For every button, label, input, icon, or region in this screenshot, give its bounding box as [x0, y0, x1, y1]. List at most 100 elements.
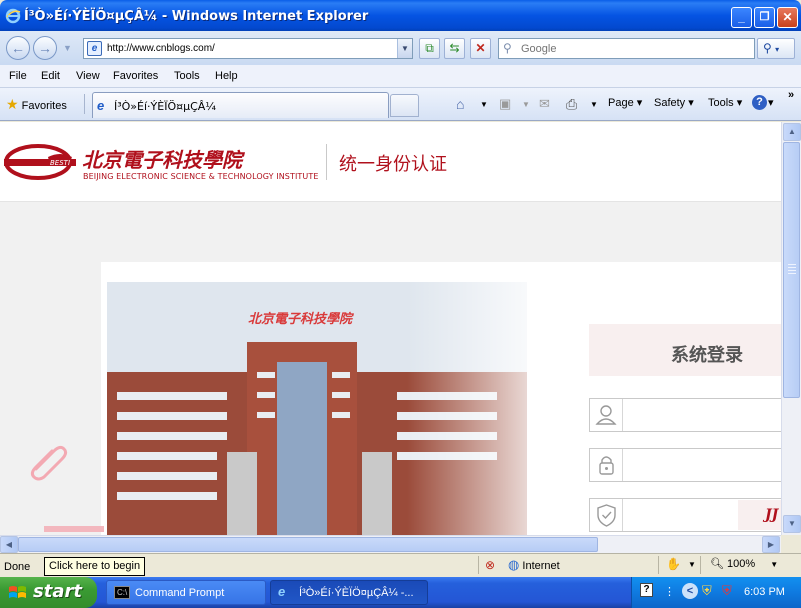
horizontal-scrollbar[interactable]: ◀ ▶	[0, 535, 781, 553]
popup-blocker-icon[interactable]: ✋	[666, 557, 681, 571]
menu-bar: File Edit View Favorites Tools Help	[0, 65, 801, 88]
forward-arrow-icon: →	[38, 40, 52, 56]
favorites-bar: ★ Favorites e Í³Ò»Éí·ÝÈÏÖ¤µÇÂ¼ ⌂ ▼ ▣ ▼ ✉…	[0, 88, 801, 121]
start-button[interactable]: start	[0, 577, 97, 608]
feeds-icon[interactable]: ▣	[499, 96, 511, 112]
grip-line	[788, 264, 796, 265]
tools-menu[interactable]: Tools ▾	[708, 96, 742, 109]
page-viewport: BESTI 北京電子科技學院 BEIJING ELECTRONIC SCIENC…	[0, 122, 781, 535]
address-input[interactable]: e http://www.cnblogs.com/ ▼	[83, 38, 413, 59]
toolbar-divider	[84, 94, 85, 114]
forward-button[interactable]: →	[33, 36, 57, 60]
compatibility-icon: ⧉	[425, 41, 434, 55]
toolbar-overflow-button[interactable]: »	[788, 89, 794, 101]
menu-favorites[interactable]: Favorites	[113, 70, 158, 82]
grip-line	[788, 267, 796, 268]
home-dropdown-icon[interactable]: ▼	[480, 100, 488, 109]
safety-menu[interactable]: Safety ▾	[654, 96, 694, 109]
search-options-dropdown-icon[interactable]: ▾	[775, 45, 779, 54]
read-mail-icon[interactable]: ✉	[539, 96, 550, 112]
password-field[interactable]	[589, 448, 781, 482]
help-menu-dropdown[interactable]: ▾	[768, 96, 774, 109]
stop-button[interactable]: ✕	[470, 38, 491, 59]
security-zone[interactable]: ◍ Internet	[508, 557, 560, 573]
status-pane-divider	[700, 556, 701, 574]
vertical-scroll-thumb[interactable]	[783, 142, 800, 398]
paperclip-icon	[30, 445, 68, 481]
captcha-input[interactable]	[628, 505, 733, 525]
security-alert-icon[interactable]: ⛨	[702, 583, 712, 599]
taskbar-item-browser[interactable]: e Í³Ò»Éí·ÝÈÏÖ¤µÇÂ¼ -...	[270, 580, 428, 605]
help-tray-icon[interactable]: ?	[640, 583, 653, 597]
zoom-control[interactable]: 🔍︎ 100% ▼	[710, 557, 778, 570]
maximize-button[interactable]: ❐	[754, 7, 775, 28]
new-tab-button[interactable]	[390, 94, 419, 117]
refresh-button[interactable]: ⇆	[444, 38, 465, 59]
search-button[interactable]: ⚲ ▾	[757, 38, 795, 59]
command-prompt-icon: C:\	[114, 586, 131, 599]
taskbar: start C:\ Command Prompt e Í³Ò»Éí·ÝÈÏÖ¤µ…	[0, 577, 801, 608]
browser-tab[interactable]: e Í³Ò»Éí·ÝÈÏÖ¤µÇÂ¼	[92, 92, 389, 118]
menu-help[interactable]: Help	[215, 70, 238, 82]
close-button[interactable]: ✕	[777, 7, 798, 28]
vertical-scrollbar[interactable]: ▲ ▼	[781, 122, 801, 535]
svg-text:BESTI: BESTI	[50, 159, 70, 167]
stop-icon: ✕	[475, 41, 486, 55]
username-input[interactable]	[628, 405, 778, 425]
minimize-button[interactable]: _	[731, 7, 752, 28]
scroll-left-button[interactable]: ◀	[0, 536, 18, 553]
menu-file[interactable]: File	[9, 70, 27, 82]
page-menu[interactable]: Page ▾	[608, 96, 642, 109]
page-icon: e	[87, 41, 102, 56]
address-url[interactable]: http://www.cnblogs.com/	[107, 43, 215, 54]
photo-fade-overlay	[407, 282, 527, 535]
lock-icon	[590, 449, 623, 481]
search-input[interactable]	[521, 41, 741, 57]
taskbar-item-command-prompt[interactable]: C:\ Command Prompt	[106, 580, 266, 605]
menu-edit[interactable]: Edit	[41, 70, 60, 82]
password-input[interactable]	[628, 455, 778, 475]
ie-logo-icon	[5, 8, 21, 24]
captcha-field[interactable]: JJ	[589, 498, 781, 532]
system-tray: ? ⋮ < ⛨ ⛨ 6:03 PM	[631, 577, 801, 608]
antivirus-icon[interactable]: ⛨	[722, 583, 732, 599]
network-icon[interactable]: ⋮	[664, 585, 675, 598]
window-title: Í³Ò»Éí·ÝÈÏÖ¤µÇÂ¼ - Windows Internet Expl…	[24, 9, 369, 24]
search-box[interactable]: ⚲	[498, 38, 755, 59]
popup-blocker-dropdown-icon[interactable]: ▼	[688, 560, 696, 569]
scroll-down-button[interactable]: ▼	[783, 515, 801, 533]
back-button[interactable]: ←	[6, 36, 30, 60]
menu-tools[interactable]: Tools	[174, 70, 200, 82]
captcha-image[interactable]: JJ	[738, 500, 781, 530]
grip-line	[788, 273, 796, 274]
feeds-dropdown-icon[interactable]: ▼	[522, 100, 530, 109]
help-icon[interactable]: ?	[752, 95, 767, 110]
login-header: 系统登录	[589, 324, 781, 376]
menu-view[interactable]: View	[76, 70, 100, 82]
scroll-right-button[interactable]: ▶	[762, 536, 780, 553]
protected-mode-icon[interactable]: ⊗	[485, 558, 495, 572]
home-icon[interactable]: ⌂	[456, 96, 464, 112]
ie-taskbar-icon: e	[278, 584, 286, 599]
building-sign: 北京電子科技學院	[248, 312, 353, 327]
print-dropdown-icon[interactable]: ▼	[590, 100, 598, 109]
zoom-dropdown-icon[interactable]: ▼	[770, 560, 778, 569]
school-name-cn: 北京電子科技學院	[82, 148, 242, 172]
tab-label: Í³Ò»Éí·ÝÈÏÖ¤µÇÂ¼	[114, 100, 216, 113]
address-dropdown-icon[interactable]: ▼	[397, 39, 412, 58]
recent-pages-dropdown-icon[interactable]: ▼	[63, 43, 72, 53]
site-header: BESTI 北京電子科技學院 BEIJING ELECTRONIC SCIENC…	[0, 122, 781, 202]
title-bar[interactable]: Í³Ò»Éí·ÝÈÏÖ¤µÇÂ¼ - Windows Internet Expl…	[0, 0, 801, 31]
horizontal-scroll-thumb[interactable]	[18, 537, 598, 552]
print-icon[interactable]: ⎙	[566, 96, 577, 113]
expand-tray-icon[interactable]: <	[682, 583, 698, 599]
compatibility-view-button[interactable]: ⧉	[419, 38, 440, 59]
favorites-button[interactable]: ★ Favorites	[6, 96, 67, 113]
scroll-up-button[interactable]: ▲	[783, 123, 801, 141]
login-title: 系统登录	[671, 345, 743, 366]
star-icon: ★	[6, 96, 19, 112]
school-emblem-icon: BESTI	[4, 144, 76, 180]
username-field[interactable]	[589, 398, 781, 432]
favorites-label: Favorites	[21, 100, 67, 112]
taskbar-item-label: Í³Ò»Éí·ÝÈÏÖ¤µÇÂ¼ -...	[299, 587, 414, 599]
